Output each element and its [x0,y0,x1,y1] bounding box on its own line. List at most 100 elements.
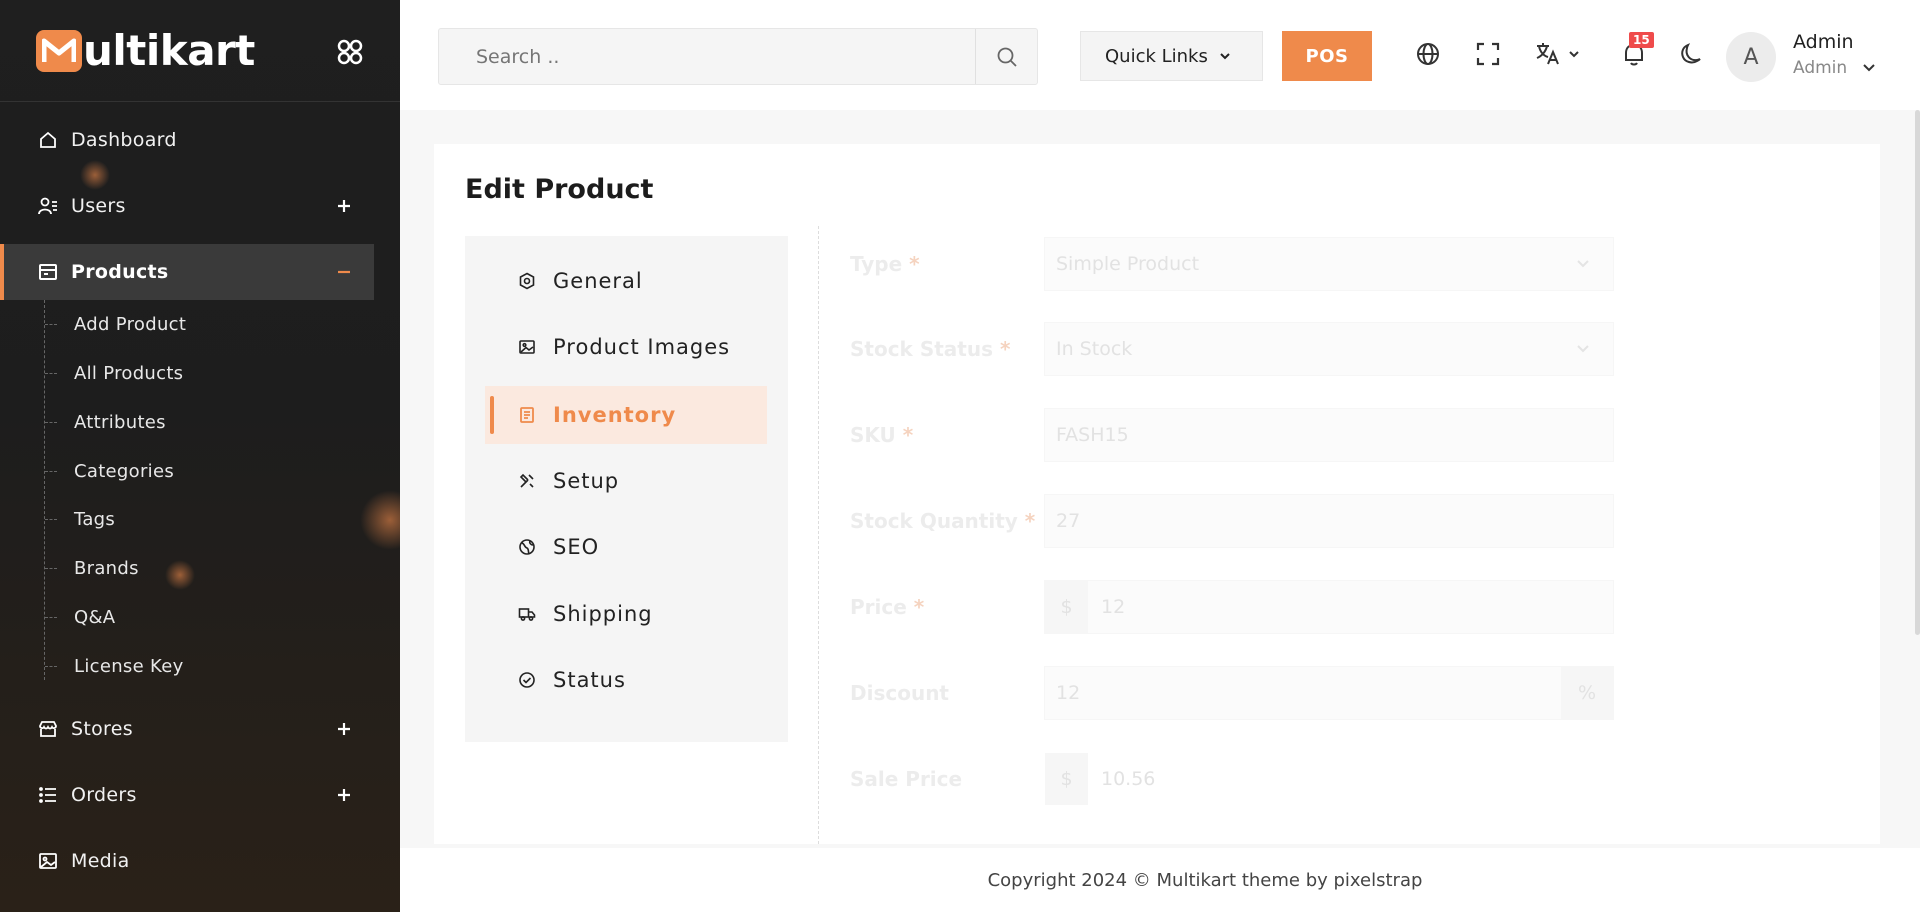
users-icon [38,197,57,215]
submenu-label: Brands [74,557,139,579]
stock-status-label: Stock Status * [850,337,1011,361]
tab-setup[interactable]: Setup [485,452,767,510]
submenu-license-key[interactable]: License Key [45,646,325,686]
quick-links-label: Quick Links [1105,45,1208,67]
plus-icon[interactable] [334,719,354,739]
submenu-qa[interactable]: Q&A [45,597,325,637]
sidebar-item-dashboard[interactable]: Dashboard [0,112,374,168]
chevron-down-icon [1577,260,1589,268]
submenu-brands[interactable]: Brands [45,548,325,588]
hexagon-icon [519,272,535,290]
list-icon [39,787,56,803]
tab-label: SEO [553,535,600,559]
product-tabs: General Product Images Inventory Setup S… [465,236,788,742]
sku-row: SKU * FASH15 [850,408,1650,462]
fullscreen-icon[interactable] [1474,40,1502,68]
price-row: Price * $ 12 [850,580,1650,634]
sale-price-input: $ 10.56 [1044,752,1614,806]
submenu-label: Add Product [74,313,187,335]
notification-badge: 15 [1629,32,1654,48]
avatar[interactable]: A [1726,32,1776,82]
plus-icon[interactable] [334,785,354,805]
tab-label: General [553,269,643,293]
logo-row: ultikart [0,0,400,102]
translate-icon[interactable] [1534,40,1582,68]
submenu-attributes[interactable]: Attributes [45,402,325,442]
tab-shipping[interactable]: Shipping [485,585,767,643]
submenu-label: Categories [74,460,175,482]
type-row: Type * Simple Product [850,237,1650,291]
top-header: Quick Links POS 15 A Admin Admin [400,0,1920,110]
stock-status-select[interactable]: In Stock [1044,322,1614,376]
inventory-icon [520,407,534,423]
submenu-categories[interactable]: Categories [45,451,325,491]
user-role[interactable]: Admin [1793,58,1877,78]
type-value: Simple Product [1056,253,1200,275]
sale-price-row: Sale Price $ 10.56 [850,752,1650,806]
sidebar-item-label: Stores [71,718,133,740]
sidebar-item-users[interactable]: Users [0,178,374,234]
submenu-label: Attributes [74,411,166,433]
tab-product-images[interactable]: Product Images [485,318,767,376]
edit-product-card: Edit Product General Product Images Inve… [434,144,1880,844]
stock-status-row: Stock Status * In Stock [850,322,1650,376]
scrollbar[interactable] [1915,110,1920,635]
price-input[interactable]: $ 12 [1044,580,1614,634]
image-icon [519,340,535,354]
discount-input[interactable]: 12 % [1044,666,1614,720]
sidebar-item-media[interactable]: Media [0,833,374,889]
discount-row: Discount 12 % [850,666,1650,720]
submenu-tags[interactable]: Tags [45,499,325,539]
sidebar-item-products[interactable]: Products [0,244,374,300]
copyright-text: Copyright 2024 © Multikart theme by pixe… [987,869,1423,891]
tab-status[interactable]: Status [485,651,767,709]
sidebar: ultikart Dashboard Users Products Add Pr… [0,0,400,912]
tab-label: Shipping [553,602,653,626]
user-name[interactable]: Admin [1793,31,1854,53]
sidebar-item-label: Users [71,195,126,217]
price-value: 12 [1101,596,1126,618]
globe-icon [519,539,535,555]
sidebar-item-stores[interactable]: Stores [0,701,374,757]
stock-quantity-label: Stock Quantity * [850,509,1036,533]
search-input[interactable] [439,29,979,84]
sale-price-currency-prefix: $ [1045,753,1088,805]
submenu-label: All Products [74,362,184,384]
sidebar-item-orders[interactable]: Orders [0,767,374,823]
globe-icon[interactable] [1414,40,1442,68]
chevron-down-icon [1863,64,1875,72]
minus-icon[interactable] [334,262,354,282]
sidebar-item-label: Dashboard [71,129,177,151]
products-submenu: Add Product All Products Attributes Cate… [44,300,186,680]
stock-quantity-input[interactable]: 27 [1044,494,1614,548]
grid-icon[interactable] [336,38,364,66]
plus-icon[interactable] [334,196,354,216]
submenu-add-product[interactable]: Add Product [45,304,325,344]
submenu-label: License Key [74,655,184,677]
discount-label: Discount [850,681,949,705]
type-select[interactable]: Simple Product [1044,237,1614,291]
sku-label: SKU * [850,423,914,447]
submenu-all-products[interactable]: All Products [45,353,325,393]
user-role-label: Admin [1793,58,1848,78]
image-icon [39,853,57,869]
tab-general[interactable]: General [485,252,767,310]
decor-glow [360,490,400,550]
search-button[interactable] [975,29,1037,84]
pos-button[interactable]: POS [1282,31,1372,81]
quick-links-dropdown[interactable]: Quick Links [1080,31,1263,81]
sku-input[interactable]: FASH15 [1044,408,1614,462]
discount-percent-suffix: % [1561,667,1613,719]
type-label: Type * [850,252,920,276]
tools-icon [519,473,534,488]
page-title: Edit Product [465,174,654,205]
sidebar-item-label: Media [71,850,130,872]
price-label: Price * [850,595,925,619]
truck-icon [518,608,536,621]
moon-icon[interactable] [1678,40,1706,68]
tab-label: Inventory [553,403,677,427]
logo[interactable]: ultikart [36,30,255,72]
tab-seo[interactable]: SEO [485,518,767,576]
search-box [438,28,1038,85]
tab-inventory[interactable]: Inventory [485,386,767,444]
